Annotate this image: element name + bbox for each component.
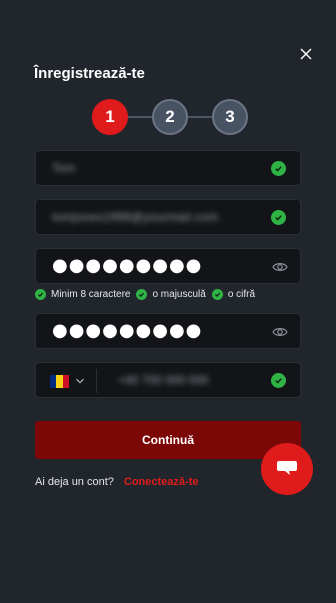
eye-icon[interactable] xyxy=(272,325,288,339)
divider xyxy=(96,369,97,393)
password-rules: Minim 8 caractere o majusculă o cifră xyxy=(35,286,261,302)
step-connector xyxy=(124,116,152,118)
check-icon xyxy=(271,373,286,388)
check-icon xyxy=(136,288,148,300)
continue-button[interactable]: Continuă xyxy=(35,421,301,459)
email-value: tomjones1998@yourmail.com xyxy=(52,210,219,224)
password-value: ●●●●●●●●● xyxy=(52,255,203,276)
password-field[interactable]: ●●●●●●●●● xyxy=(35,248,301,284)
email-field[interactable]: tomjones1998@yourmail.com xyxy=(35,199,301,235)
rule-label: o majusculă xyxy=(152,288,206,300)
phone-value: +40 700 000 000 xyxy=(118,373,209,387)
close-icon xyxy=(300,48,312,60)
close-button[interactable] xyxy=(296,44,316,64)
chat-button[interactable] xyxy=(261,443,313,495)
name-value: Tom xyxy=(52,161,76,175)
step-2: 2 xyxy=(152,99,188,135)
confirm-password-value: ●●●●●●●●● xyxy=(52,320,203,341)
rule-min-length: Minim 8 caractere xyxy=(35,288,131,300)
step-connector xyxy=(184,116,212,118)
check-icon xyxy=(271,210,286,225)
page-title: Înregistrează-te xyxy=(34,65,145,82)
check-icon xyxy=(211,288,223,300)
check-icon xyxy=(271,161,286,176)
login-question: Ai deja un cont? xyxy=(35,476,114,488)
login-row: Ai deja un cont? Conectează-te xyxy=(35,476,198,488)
eye-icon[interactable] xyxy=(272,260,288,274)
rule-uppercase: o majusculă xyxy=(136,288,206,300)
phone-field[interactable]: +40 700 000 000 xyxy=(35,362,301,398)
confirm-password-field[interactable]: ●●●●●●●●● xyxy=(35,313,301,349)
login-link[interactable]: Conectează-te xyxy=(124,476,199,488)
chat-icon xyxy=(277,461,297,475)
stepper: 1 2 3 xyxy=(92,99,248,135)
rule-label: o cifră xyxy=(227,288,256,300)
rule-label: Minim 8 caractere xyxy=(51,288,131,300)
check-icon xyxy=(35,288,46,300)
name-field[interactable]: Tom xyxy=(35,150,301,186)
step-3: 3 xyxy=(212,99,248,135)
chevron-down-icon[interactable] xyxy=(75,376,85,386)
rule-digit: o cifră xyxy=(211,288,256,300)
step-1: 1 xyxy=(92,99,128,135)
romania-flag-icon[interactable] xyxy=(50,375,69,388)
